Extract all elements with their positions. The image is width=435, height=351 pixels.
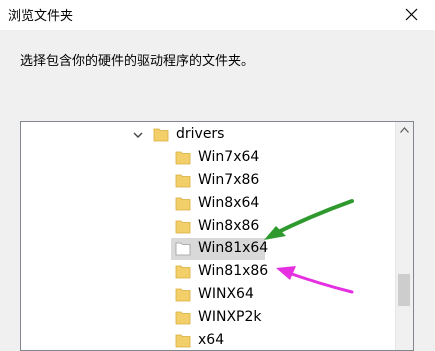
tree-item-winxp2k[interactable]: WINXP2k [21, 307, 393, 329]
folder-tree[interactable]: drivers Win7x64 Win7x86 Win8x64 Win8x86 … [20, 121, 414, 351]
tree-item-label: Win81x64 [198, 240, 269, 256]
tree-item-label: drivers [176, 126, 225, 142]
folder-icon [153, 128, 169, 142]
close-icon [405, 8, 418, 21]
tree-item-label: x64 [198, 332, 225, 348]
vertical-scrollbar[interactable] [395, 122, 413, 350]
folder-icon [175, 151, 191, 165]
folder-icon [175, 197, 191, 211]
tree-item-drivers[interactable]: drivers [21, 124, 393, 146]
folder-icon [175, 220, 191, 234]
folder-icon [175, 265, 191, 279]
chevron-down-icon[interactable] [131, 128, 145, 142]
tree-item-label: Win7x64 [198, 149, 260, 165]
tree-item-label: WINX64 [198, 286, 254, 302]
tree-item-label: WINXP2k [198, 309, 262, 325]
folder-icon [175, 311, 191, 325]
tree-item-winx64[interactable]: WINX64 [21, 284, 393, 306]
tree-item-label: Win8x64 [198, 195, 260, 211]
tree-item-label: Win7x86 [198, 172, 260, 188]
tree-item-win81x64[interactable]: Win81x64 [21, 238, 393, 260]
folder-icon [175, 242, 191, 256]
scrollbar-thumb[interactable] [398, 274, 410, 306]
tree-item-win8x86[interactable]: Win8x86 [21, 216, 393, 238]
folder-icon [175, 174, 191, 188]
scroll-up-button[interactable] [396, 122, 413, 139]
instruction-text: 选择包含你的硬件的驱动程序的文件夹。 [20, 54, 255, 69]
tree-item-win7x64[interactable]: Win7x64 [21, 147, 393, 169]
close-button[interactable] [389, 0, 435, 30]
tree-item-win8x64[interactable]: Win8x64 [21, 193, 393, 215]
tree-item-label: Win81x86 [198, 263, 269, 279]
window-title: 浏览文件夹 [8, 9, 74, 24]
folder-icon [175, 334, 191, 348]
chevron-up-icon [400, 127, 409, 133]
tree-item-label: Win8x86 [198, 218, 260, 234]
tree-item-x64[interactable]: x64 [21, 330, 393, 350]
folder-icon [175, 288, 191, 302]
tree-item-win7x86[interactable]: Win7x86 [21, 170, 393, 192]
title-bar: 浏览文件夹 [0, 0, 435, 30]
tree-item-win81x86[interactable]: Win81x86 [21, 261, 393, 283]
